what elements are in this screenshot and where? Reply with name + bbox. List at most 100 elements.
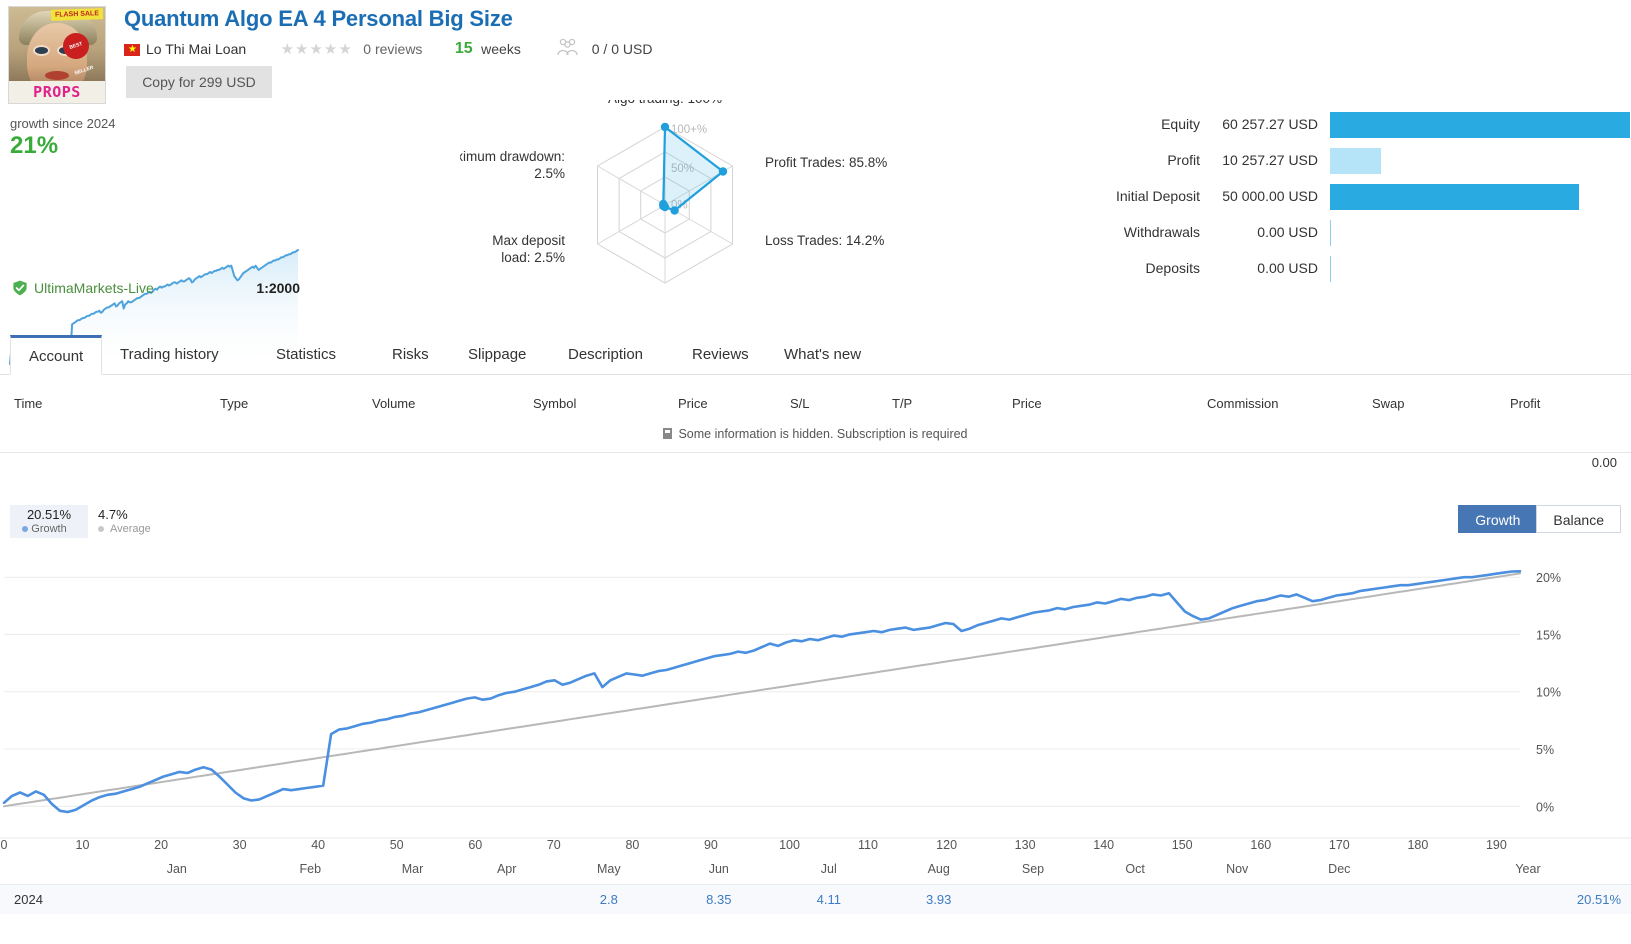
- svg-text:5%: 5%: [1536, 743, 1554, 757]
- yearly-summary-row: 2024 2.8 8.35 4.11 3.93 20.51%: [0, 884, 1631, 914]
- x-axis-tick: 130: [1014, 838, 1036, 852]
- table-column-profit[interactable]: Profit: [1510, 396, 1540, 411]
- x-axis-tick: 90: [703, 838, 718, 852]
- table-column-price[interactable]: Price: [1012, 396, 1042, 411]
- tab-bar: Account Trading history Statistics Risks Sli…: [0, 335, 1631, 375]
- x-axis-tick: 70: [546, 838, 561, 852]
- summary-year-total[interactable]: 20.51%: [1577, 892, 1621, 907]
- equity-bar: [1330, 112, 1630, 138]
- table-column-swap[interactable]: Swap: [1372, 396, 1405, 411]
- tab-what-s-new[interactable]: What's new: [766, 335, 879, 375]
- lock-icon: [663, 428, 673, 439]
- svg-text:Algo trading: 100%: Algo trading: 100%: [608, 100, 722, 106]
- summary-month-jul[interactable]: 4.11: [817, 892, 841, 907]
- equity-row-value: 50 000.00 USD: [1222, 188, 1318, 204]
- equity-bar: [1330, 256, 1331, 282]
- month-label-aug: Aug: [927, 862, 950, 876]
- equity-summary-panel: Equity 60 257.27 USD Profit 10 257.27 USD In…: [1030, 108, 1630, 288]
- month-label-dec: Dec: [1328, 862, 1351, 876]
- summary-year: 2024: [14, 892, 43, 907]
- growth-chart: 0% 5% 10% 15% 20%: [0, 570, 1631, 839]
- page-title[interactable]: Quantum Algo EA 4 Personal Big Size: [124, 6, 513, 32]
- svg-text:Max deposit: Max deposit: [492, 233, 565, 248]
- performance-radar-chart: 100+%50%0%Algo trading: 100%Profit Trade…: [437, 91, 887, 324]
- subscribers-value: 0 / 0 USD: [591, 40, 653, 57]
- table-divider: [0, 452, 1631, 453]
- x-axis-tick: 80: [625, 838, 640, 852]
- toggle-balance[interactable]: Balance: [1536, 505, 1621, 533]
- avatar-caption: PROPS FIRM!: [9, 81, 105, 103]
- table-column-price[interactable]: Price: [678, 396, 708, 411]
- summary-month-aug[interactable]: 3.93: [926, 892, 951, 907]
- tab-risks[interactable]: Risks: [374, 335, 447, 375]
- flash-sale-badge: FLASH SALE: [50, 8, 104, 21]
- legend-average[interactable]: 4.7% Average: [98, 505, 176, 538]
- table-column-commission[interactable]: Commission: [1207, 396, 1279, 411]
- summary-month-jun[interactable]: 8.35: [706, 892, 731, 907]
- verified-shield-icon: [12, 280, 28, 296]
- svg-text:Profit Trades: 85.8%: Profit Trades: 85.8%: [765, 155, 887, 170]
- equity-row: Deposits 0.00 USD: [1030, 252, 1630, 288]
- x-axis-tick: 110: [858, 838, 878, 852]
- tab-slippage[interactable]: Slippage: [450, 335, 544, 375]
- svg-text:0%: 0%: [1536, 800, 1554, 814]
- tab-account[interactable]: Account: [10, 335, 103, 375]
- equity-row: Profit 10 257.27 USD: [1030, 144, 1630, 180]
- equity-row-value: 10 257.27 USD: [1222, 152, 1318, 168]
- tab-description[interactable]: Description: [550, 335, 661, 375]
- x-axis-tick: 40: [311, 838, 326, 852]
- equity-bar-track: [1330, 184, 1630, 210]
- month-label-feb: Feb: [299, 862, 322, 876]
- copy-button[interactable]: Copy for 299 USD: [126, 66, 272, 98]
- tab-reviews[interactable]: Reviews: [674, 335, 767, 375]
- tab-trading-history[interactable]: Trading history: [102, 335, 237, 375]
- x-axis-tick: 180: [1407, 838, 1429, 852]
- equity-row-label: Profit: [1167, 152, 1200, 168]
- header-meta-row: ★ Lo Thi Mai Loan ★★★★★ 0 reviews 15 week…: [124, 38, 652, 60]
- x-axis-tick: 190: [1485, 838, 1507, 852]
- broker-account-name[interactable]: UltimaMarkets-Live: [34, 280, 154, 296]
- month-label-apr: Apr: [496, 862, 517, 876]
- equity-row-label: Deposits: [1145, 260, 1200, 276]
- table-column-s-l[interactable]: S/L: [790, 396, 810, 411]
- equity-bar: [1330, 184, 1579, 210]
- equity-row-label: Equity: [1161, 116, 1200, 132]
- legend-growth[interactable]: 20.51% Growth: [10, 505, 88, 538]
- equity-bar: [1330, 220, 1331, 246]
- x-axis-tick: 140: [1093, 838, 1115, 852]
- author-link[interactable]: ★ Lo Thi Mai Loan: [124, 41, 246, 57]
- table-column-type[interactable]: Type: [220, 396, 248, 411]
- equity-row-label: Initial Deposit: [1115, 188, 1200, 204]
- avatar[interactable]: FLASH SALE BEST SELLER PROPS FIRM!: [8, 6, 106, 104]
- chart-mode-toggle-group: Growth Balance: [1458, 505, 1621, 533]
- x-axis-tick: 60: [468, 838, 483, 852]
- account-row: UltimaMarkets-Live 1:2000: [0, 276, 310, 304]
- weeks-label: weeks: [481, 40, 521, 57]
- legend-growth-value: 20.51%: [26, 507, 72, 522]
- author-name: Lo Thi Mai Loan: [146, 40, 247, 57]
- legend-growth-label: Growth: [31, 523, 67, 535]
- radar-chart-panel: 100+%50%0%Algo trading: 100%Profit Trade…: [437, 91, 910, 324]
- equity-row: Initial Deposit 50 000.00 USD: [1030, 180, 1630, 216]
- chart-month-labels: Jan Feb Mar Apr May Jun Jul Aug Sep Oct Nov Dec Year: [0, 862, 1631, 884]
- subscribers-icon: [555, 38, 581, 59]
- equity-bar: [1330, 148, 1381, 174]
- month-label-oct: Oct: [1125, 862, 1145, 876]
- legend-average-value: 4.7%: [98, 507, 128, 522]
- reviews-count[interactable]: 0 reviews: [363, 41, 422, 57]
- equity-bar-track: [1330, 220, 1630, 246]
- table-column-symbol[interactable]: Symbol: [533, 396, 576, 411]
- tab-statistics[interactable]: Statistics: [258, 335, 354, 375]
- table-column-time[interactable]: Time: [14, 396, 42, 411]
- x-axis-tick: 170: [1328, 838, 1350, 852]
- x-axis-tick: 30: [232, 838, 247, 852]
- equity-row-value: 0.00 USD: [1257, 260, 1318, 276]
- toggle-growth[interactable]: Growth: [1458, 505, 1538, 533]
- subscription-note-text: Some information is hidden. Subscription…: [678, 427, 968, 441]
- x-axis-tick: 0: [0, 838, 8, 852]
- table-total-value: 0.00: [1591, 455, 1617, 470]
- table-column-t-p[interactable]: T/P: [892, 396, 912, 411]
- table-column-volume[interactable]: Volume: [372, 396, 415, 411]
- summary-month-may[interactable]: 2.8: [600, 892, 618, 907]
- chart-x-axis-ticks: 0 10 20 30 40 50 60 70 80 90 100 110 120 130 140 150 160…: [0, 838, 1631, 862]
